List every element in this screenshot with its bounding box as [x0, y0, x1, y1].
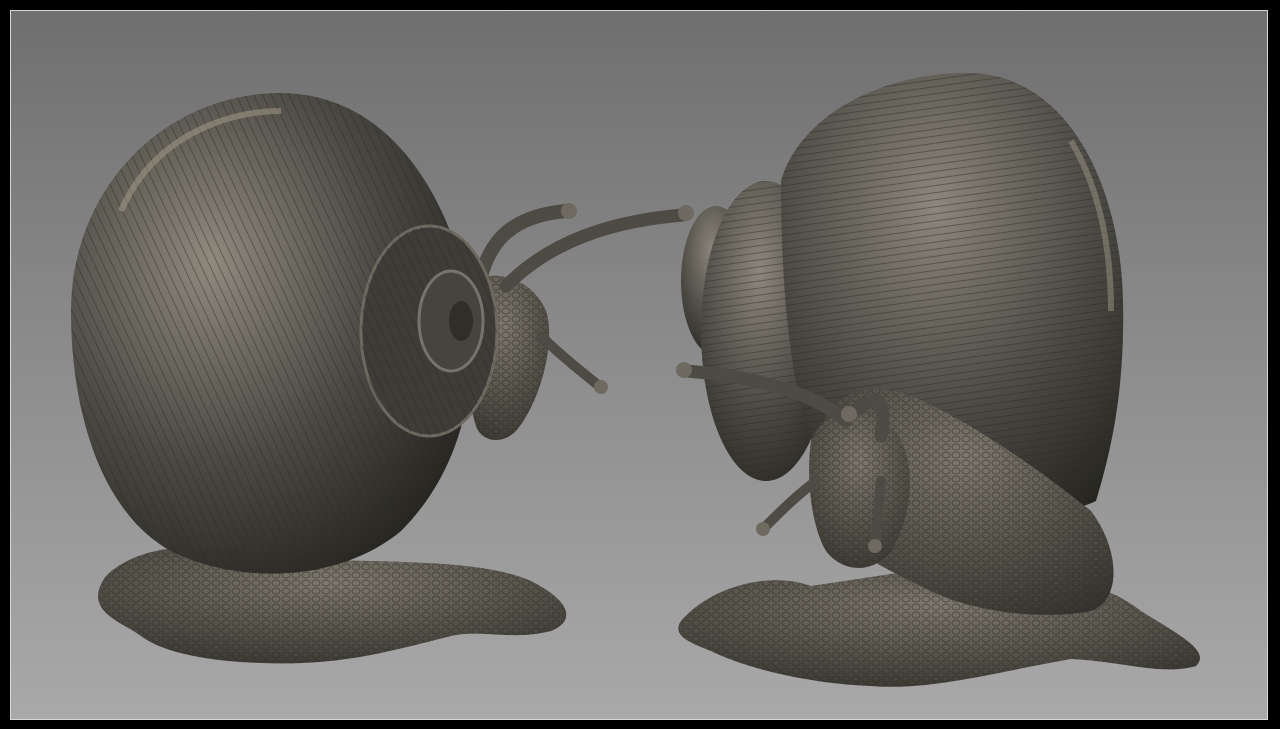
render-frame — [0, 0, 1280, 729]
snail-render — [71, 72, 1200, 687]
snail-right-tentacle-lower-right — [870, 476, 886, 548]
snail-right — [676, 72, 1200, 687]
snail-left — [71, 92, 694, 664]
snail-left-tentacle-lower — [536, 331, 604, 391]
snail-left-tentacle-long — [499, 208, 690, 293]
render-viewport — [10, 10, 1268, 720]
snail-right-tentacle-lower-left — [761, 476, 821, 531]
